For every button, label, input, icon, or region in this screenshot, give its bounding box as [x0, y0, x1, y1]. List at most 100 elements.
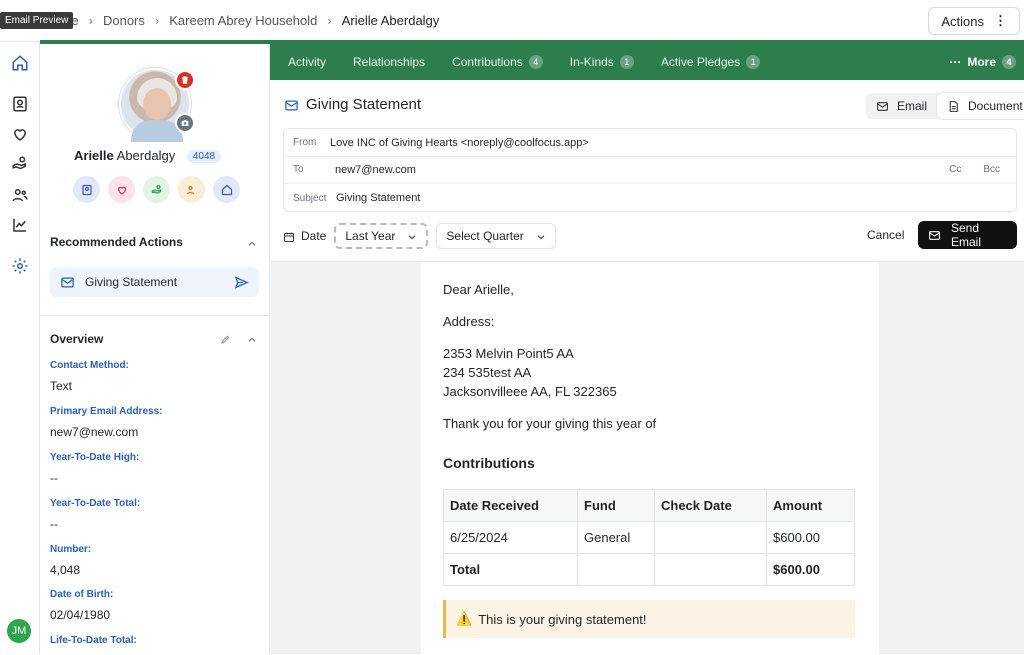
camera-icon[interactable] — [175, 113, 195, 133]
users-icon[interactable] — [11, 186, 29, 204]
toggle-document-label: Document — [968, 99, 1023, 113]
cc-bcc: Cc Bcc — [949, 164, 1000, 175]
field-value: 4,048 — [50, 563, 81, 577]
profile-panel: Arielle Aberdalgy 4048 Recommended Actio… — [40, 44, 270, 654]
quarter-select[interactable]: Select Quarter — [436, 223, 556, 249]
send-email-label: Send Email — [951, 221, 982, 249]
tab-in-kinds[interactable]: In-Kinds 1 — [570, 55, 634, 69]
column-header: Fund — [577, 489, 655, 522]
pencil-icon[interactable] — [220, 333, 231, 348]
date-select[interactable]: Last Year — [334, 223, 429, 249]
field-label: Life-To-Date Total: — [50, 635, 137, 646]
breadcrumb-item-donors[interactable]: Donors — [103, 13, 145, 28]
to-input[interactable]: new7@new.com — [335, 164, 416, 176]
contact-card-icon[interactable] — [11, 95, 29, 113]
photo-face — [143, 88, 171, 120]
document-icon — [947, 99, 960, 113]
chevron-up-icon[interactable] — [247, 237, 257, 247]
profile-quick-actions — [73, 176, 240, 203]
user-avatar[interactable]: JM — [7, 619, 31, 643]
empty-cell — [577, 553, 655, 586]
to-row[interactable]: To new7@new.com Cc Bcc — [284, 156, 1016, 184]
tab-more[interactable]: ··· More 4 — [949, 55, 1016, 69]
field-label: Date of Birth: — [50, 589, 114, 600]
chevron-up-icon[interactable] — [247, 333, 257, 343]
chevron-down-icon — [407, 229, 417, 243]
mail-icon — [876, 99, 889, 113]
users-icon[interactable] — [178, 176, 205, 203]
send-email-button[interactable]: Send Email — [918, 221, 1017, 249]
field-value: 02/04/1980 — [50, 608, 111, 622]
ellipsis-icon: ··· — [949, 55, 962, 69]
tab-relationships[interactable]: Relationships — [353, 55, 425, 69]
home-icon[interactable] — [11, 54, 29, 72]
delete-photo-icon[interactable] — [175, 70, 195, 90]
contributions-title: Contributions — [443, 455, 535, 471]
breadcrumb-separator: › — [154, 13, 160, 28]
subject-input[interactable]: Giving Statement — [336, 192, 420, 204]
tab-label: Relationships — [353, 55, 426, 69]
statement-notice: ⚠️ This is your giving statement! — [443, 600, 855, 638]
overview-field: Date of Birth: 02/04/1980 — [50, 589, 113, 622]
more-vertical-icon: ⋮ — [994, 13, 1007, 28]
hand-coins-icon[interactable] — [11, 155, 29, 173]
total-value: $600.00 — [766, 553, 855, 586]
recommended-action-label: Giving Statement — [85, 275, 178, 289]
tab-contributions[interactable]: Contributions 4 — [452, 55, 543, 69]
send-icon[interactable] — [234, 274, 249, 289]
nav-rail: JM — [0, 42, 40, 654]
profile-last-name: Aberdalgy — [116, 148, 176, 163]
tab-label: More — [967, 55, 996, 69]
statement-filters: Date Last Year Select Quarter — [283, 222, 556, 250]
field-label: Year-To-Date Total: — [50, 498, 141, 509]
column-header: Amount — [766, 489, 855, 522]
gear-icon[interactable] — [11, 257, 29, 275]
top-bar: ive › Donors › Kareem Abrey Household › … — [0, 0, 1024, 42]
toggle-email-label: Email — [897, 99, 928, 113]
tab-label: In-Kinds — [569, 55, 614, 69]
column-header: Check Date — [654, 489, 767, 522]
mail-icon — [60, 274, 75, 289]
cancel-button[interactable]: Cancel — [867, 228, 904, 242]
statement-preview: Dear Arielle, Address: 2353 Melvin Point… — [271, 261, 1024, 655]
cell-date-received: 6/25/2024 — [443, 521, 578, 554]
email-preview-tooltip: Email Preview — [0, 12, 74, 29]
chart-line-icon[interactable] — [11, 216, 29, 234]
view-toggle: Email Document — [866, 93, 1024, 119]
email-fields: From Love INC of Giving Hearts <noreply@… — [283, 128, 1017, 212]
field-label: Primary Email Address: — [50, 406, 163, 417]
subject-row[interactable]: Subject Giving Statement — [284, 184, 1016, 212]
field-label: Year-To-Date High: — [50, 452, 140, 463]
compose-header: Giving Statement — [284, 96, 421, 113]
tab-label: Activity — [288, 55, 327, 69]
heart-icon[interactable] — [11, 125, 29, 143]
toggle-document[interactable]: Document — [937, 93, 1024, 119]
recommended-action-item[interactable]: Giving Statement — [50, 267, 259, 297]
actions-button[interactable]: Actions ⋮ — [928, 7, 1020, 35]
contributions-table: Date Received Fund Check Date Amount 6/2… — [443, 489, 855, 586]
overview-field: Life-To-Date Total: — [50, 635, 137, 646]
contact-card-icon[interactable] — [73, 176, 100, 203]
home-icon[interactable] — [213, 176, 240, 203]
date-label: Date — [301, 229, 327, 243]
thanks-text: Thank you for your giving this year of — [443, 416, 657, 431]
from-row: From Love INC of Giving Hearts <noreply@… — [284, 129, 1016, 157]
field-value: new7@new.com — [50, 425, 139, 439]
tab-count-badge: 1 — [619, 55, 634, 69]
total-label: Total — [443, 553, 578, 586]
field-label: Contact Method: — [50, 360, 129, 371]
profile-first-name: Arielle — [74, 148, 114, 163]
breadcrumb-item-household[interactable]: Kareem Abrey Household — [169, 13, 317, 28]
address-line: 2353 Melvin Point5 AA — [443, 346, 574, 361]
tab-activity[interactable]: Activity — [288, 55, 326, 69]
cc-button[interactable]: Cc — [949, 164, 961, 175]
toggle-email[interactable]: Email — [866, 93, 937, 119]
notice-text: This is your giving statement! — [478, 611, 647, 627]
hand-coins-icon[interactable] — [143, 176, 170, 203]
heart-icon[interactable] — [108, 176, 135, 203]
tab-active-pledges[interactable]: Active Pledges 1 — [661, 55, 761, 69]
address-block: 2353 Melvin Point5 AA 234 535test AA Jac… — [443, 344, 857, 401]
bcc-button[interactable]: Bcc — [983, 164, 1000, 175]
greeting: Dear Arielle, — [443, 282, 514, 297]
record-tabs: Activity Relationships Contributions 4 In… — [270, 44, 1024, 80]
